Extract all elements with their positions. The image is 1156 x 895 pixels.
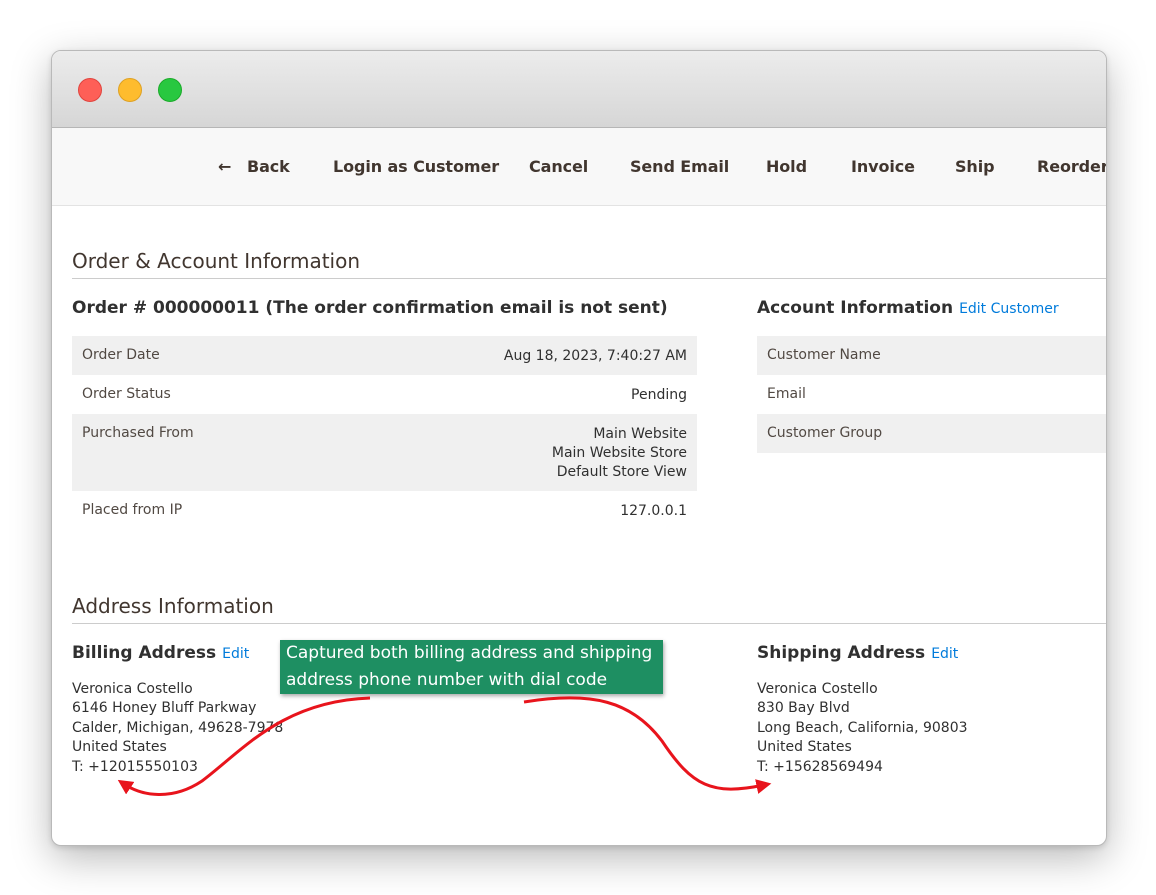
arrow-to-shipping-phone (523, 696, 772, 794)
browser-window: ← Back Login as Customer Cancel Send Ema… (51, 50, 1107, 846)
annotation-arrows (117, 696, 772, 796)
arrow-to-billing-phone (117, 696, 371, 796)
